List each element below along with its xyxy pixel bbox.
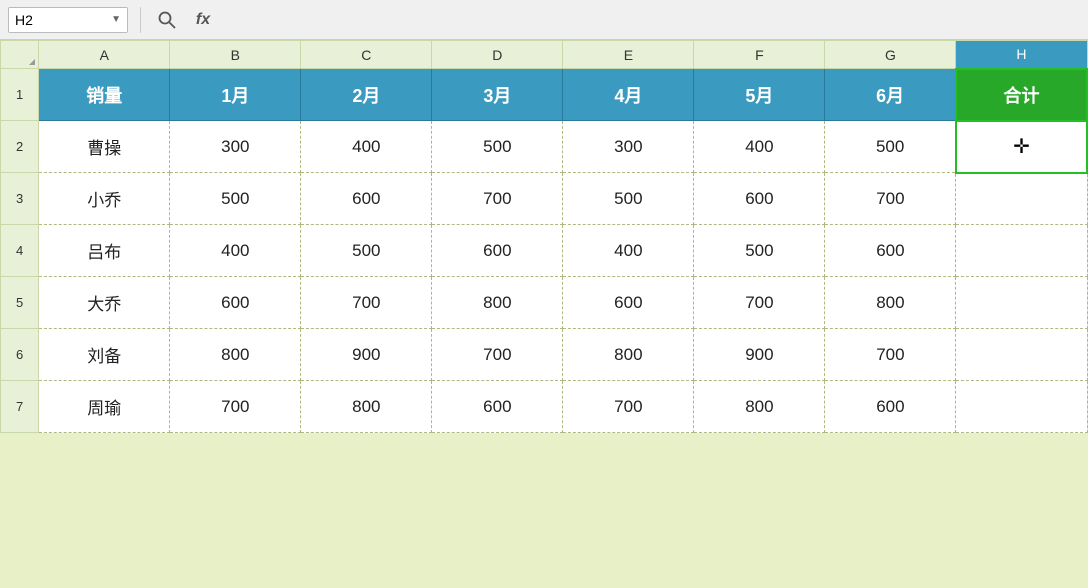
- cell-f2[interactable]: 400: [694, 121, 825, 173]
- row-num-6[interactable]: 6: [1, 329, 39, 381]
- col-header-b[interactable]: B: [170, 41, 301, 69]
- col-header-d[interactable]: D: [432, 41, 563, 69]
- cell-e2[interactable]: 300: [563, 121, 694, 173]
- cell-d7[interactable]: 600: [432, 381, 563, 433]
- row-num-5[interactable]: 5: [1, 277, 39, 329]
- fx-icon: fx: [189, 7, 217, 33]
- cell-h7[interactable]: [956, 381, 1087, 433]
- spreadsheet: A B C D E F G H 1 销量 1月 2月 3月 4月 5月 6月 合…: [0, 40, 1088, 433]
- cell-e6[interactable]: 800: [563, 329, 694, 381]
- header-cell-4yue[interactable]: 4月: [563, 69, 694, 121]
- col-header-g[interactable]: G: [825, 41, 956, 69]
- cell-b3[interactable]: 500: [170, 173, 301, 225]
- cell-c7[interactable]: 800: [301, 381, 432, 433]
- cell-g7[interactable]: 600: [825, 381, 956, 433]
- data-row-6: 6 刘备 800 900 700 800 900 700: [1, 329, 1088, 381]
- col-header-h[interactable]: H: [956, 41, 1087, 69]
- header-row: 1 销量 1月 2月 3月 4月 5月 6月 合计: [1, 69, 1088, 121]
- formula-input[interactable]: [225, 7, 1080, 33]
- cell-g3[interactable]: 700: [825, 173, 956, 225]
- cell-d5[interactable]: 800: [432, 277, 563, 329]
- cell-d4[interactable]: 600: [432, 225, 563, 277]
- header-cell-xiaoliang[interactable]: 销量: [39, 69, 170, 121]
- col-header-f[interactable]: F: [694, 41, 825, 69]
- cursor-icon: ✛: [1013, 136, 1030, 158]
- row-num-1[interactable]: 1: [1, 69, 39, 121]
- cell-c6[interactable]: 900: [301, 329, 432, 381]
- cell-a2[interactable]: 曹操: [39, 121, 170, 173]
- cell-c3[interactable]: 600: [301, 173, 432, 225]
- cell-f6[interactable]: 900: [694, 329, 825, 381]
- header-cell-6yue[interactable]: 6月: [825, 69, 956, 121]
- data-row-5: 5 大乔 600 700 800 600 700 800: [1, 277, 1088, 329]
- row-num-3[interactable]: 3: [1, 173, 39, 225]
- data-row-4: 4 吕布 400 500 600 400 500 600: [1, 225, 1088, 277]
- cell-b2[interactable]: 300: [170, 121, 301, 173]
- cell-h3[interactable]: [956, 173, 1087, 225]
- cell-h4[interactable]: [956, 225, 1087, 277]
- cell-f3[interactable]: 600: [694, 173, 825, 225]
- corner-cell: [1, 41, 39, 69]
- cell-b5[interactable]: 600: [170, 277, 301, 329]
- cell-d3[interactable]: 700: [432, 173, 563, 225]
- formula-bar: H2 ▼ fx: [0, 0, 1088, 40]
- cell-h6[interactable]: [956, 329, 1087, 381]
- row-num-4[interactable]: 4: [1, 225, 39, 277]
- zoom-icon: [153, 7, 181, 33]
- col-header-c[interactable]: C: [301, 41, 432, 69]
- chevron-down-icon: ▼: [111, 14, 121, 25]
- cell-d6[interactable]: 700: [432, 329, 563, 381]
- spreadsheet-table: A B C D E F G H 1 销量 1月 2月 3月 4月 5月 6月 合…: [0, 40, 1088, 433]
- formula-bar-separator: [140, 7, 141, 33]
- col-header-a[interactable]: A: [39, 41, 170, 69]
- cell-a5[interactable]: 大乔: [39, 277, 170, 329]
- cell-c4[interactable]: 500: [301, 225, 432, 277]
- header-cell-5yue[interactable]: 5月: [694, 69, 825, 121]
- header-cell-heji[interactable]: 合计: [956, 69, 1087, 121]
- cell-e3[interactable]: 500: [563, 173, 694, 225]
- header-cell-3yue[interactable]: 3月: [432, 69, 563, 121]
- cell-c5[interactable]: 700: [301, 277, 432, 329]
- cell-a4[interactable]: 吕布: [39, 225, 170, 277]
- cell-d2[interactable]: 500: [432, 121, 563, 173]
- cell-g2[interactable]: 500: [825, 121, 956, 173]
- cell-g5[interactable]: 800: [825, 277, 956, 329]
- data-row-3: 3 小乔 500 600 700 500 600 700: [1, 173, 1088, 225]
- cell-f7[interactable]: 800: [694, 381, 825, 433]
- cell-c2[interactable]: 400: [301, 121, 432, 173]
- name-box[interactable]: H2 ▼: [8, 7, 128, 33]
- data-row-7: 7 周瑜 700 800 600 700 800 600: [1, 381, 1088, 433]
- cell-e7[interactable]: 700: [563, 381, 694, 433]
- col-header-e[interactable]: E: [563, 41, 694, 69]
- cell-b4[interactable]: 400: [170, 225, 301, 277]
- cell-f4[interactable]: 500: [694, 225, 825, 277]
- cell-e5[interactable]: 600: [563, 277, 694, 329]
- cell-h5[interactable]: [956, 277, 1087, 329]
- cell-g4[interactable]: 600: [825, 225, 956, 277]
- data-row-2: 2 曹操 300 400 500 300 400 500 ✛: [1, 121, 1088, 173]
- cell-f5[interactable]: 700: [694, 277, 825, 329]
- cell-e4[interactable]: 400: [563, 225, 694, 277]
- name-box-value: H2: [15, 12, 33, 28]
- cell-g6[interactable]: 700: [825, 329, 956, 381]
- row-num-2[interactable]: 2: [1, 121, 39, 173]
- cell-a3[interactable]: 小乔: [39, 173, 170, 225]
- cell-b6[interactable]: 800: [170, 329, 301, 381]
- cell-h2[interactable]: ✛: [956, 121, 1087, 173]
- header-cell-1yue[interactable]: 1月: [170, 69, 301, 121]
- cell-a7[interactable]: 周瑜: [39, 381, 170, 433]
- header-cell-2yue[interactable]: 2月: [301, 69, 432, 121]
- cell-a6[interactable]: 刘备: [39, 329, 170, 381]
- row-num-7[interactable]: 7: [1, 381, 39, 433]
- cell-b7[interactable]: 700: [170, 381, 301, 433]
